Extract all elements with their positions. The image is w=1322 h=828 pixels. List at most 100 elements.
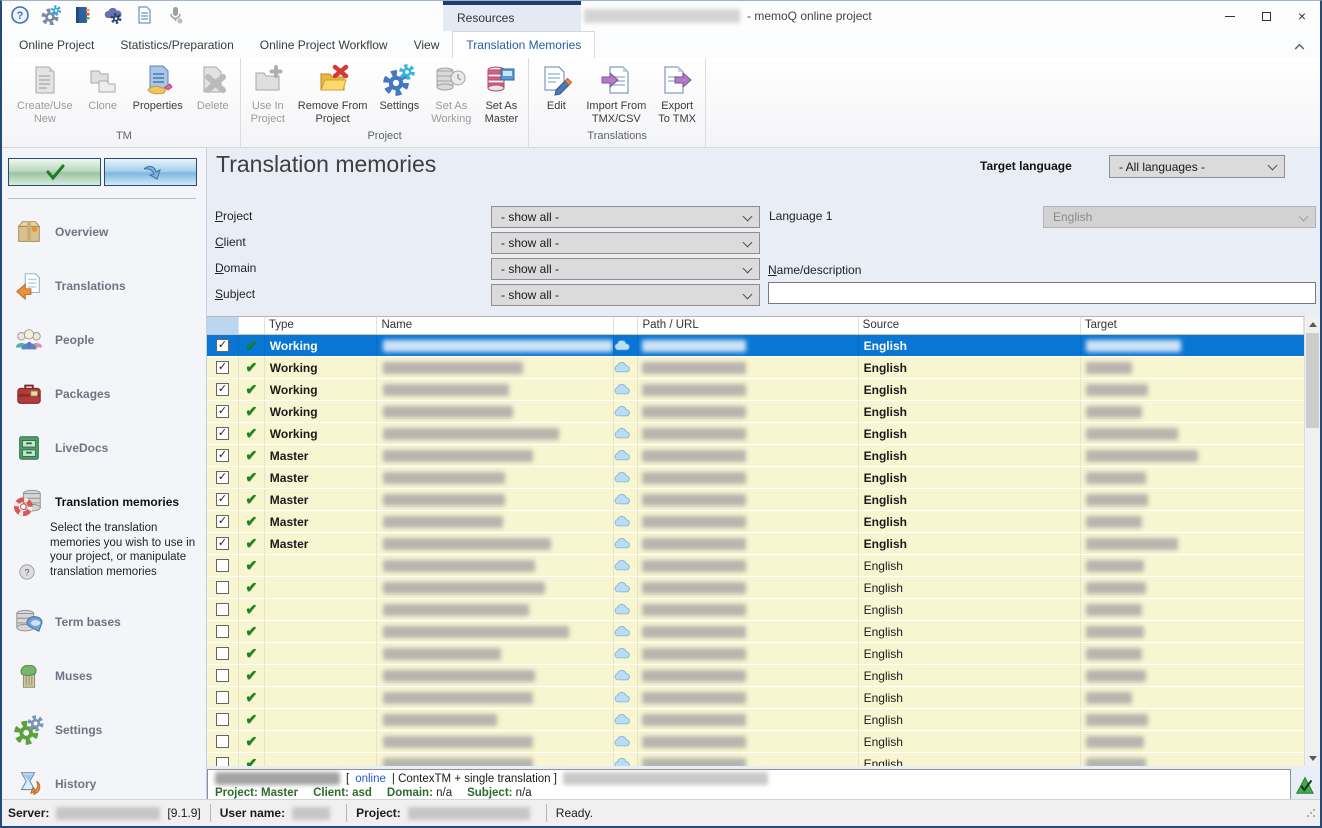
scroll-up-arrow[interactable] — [1305, 316, 1321, 332]
table-row[interactable]: ✓✔MasterEnglish — [207, 445, 1304, 467]
column-header-blank[interactable] — [207, 317, 239, 334]
ribbon-button-set-as-master[interactable]: Set AsMaster — [477, 62, 525, 128]
column-header-blank[interactable] — [614, 317, 639, 334]
column-header-path-url[interactable]: Path / URL — [638, 317, 858, 334]
ribbon-button-delete: Delete — [189, 62, 237, 115]
dictation-mic-icon[interactable] — [165, 5, 185, 25]
ribbon-button-export-to-tmx[interactable]: ExportTo TMX — [652, 62, 702, 128]
tab-translation-memories[interactable]: Translation Memories — [452, 31, 595, 58]
table-row[interactable]: ✔English — [207, 643, 1304, 665]
filter-select-subject[interactable]: - show all - — [491, 284, 760, 306]
ribbon-button-label: Delete — [197, 100, 229, 113]
table-row[interactable]: ✔English — [207, 599, 1304, 621]
ribbon-button-edit[interactable]: Edit — [532, 62, 580, 115]
table-row[interactable]: ✓✔MasterEnglish — [207, 533, 1304, 555]
table-row[interactable]: ✓✔MasterEnglish — [207, 511, 1304, 533]
row-checkbox[interactable]: ✓ — [216, 361, 229, 374]
clone-icon — [87, 64, 119, 96]
sidebar-item-settings[interactable]: Settings — [2, 703, 207, 757]
table-row[interactable]: ✔English — [207, 665, 1304, 687]
target-language-select[interactable]: - All languages - — [1109, 155, 1285, 178]
help-icon[interactable]: ? — [10, 5, 30, 25]
row-checkbox[interactable] — [216, 713, 229, 726]
column-header-target[interactable]: Target — [1081, 317, 1304, 334]
help-circle-icon[interactable]: ? — [18, 563, 36, 581]
resize-grip[interactable] — [1306, 807, 1316, 821]
table-scrollbar[interactable] — [1304, 316, 1320, 766]
tab-statistics-preparation[interactable]: Statistics/Preparation — [107, 31, 246, 58]
row-checkbox[interactable]: ✓ — [216, 515, 229, 528]
column-header-name[interactable]: Name — [377, 317, 613, 334]
tm-path-redacted — [642, 450, 746, 462]
ribbon-button-create-use-new: Create/UseNew — [11, 62, 79, 128]
row-checkbox[interactable] — [216, 581, 229, 594]
table-row[interactable]: ✓✔MasterEnglish — [207, 489, 1304, 511]
table-row[interactable]: ✓✔MasterEnglish — [207, 467, 1304, 489]
table-row[interactable]: ✔English — [207, 555, 1304, 577]
cloud-icon — [614, 648, 630, 659]
cloud-icon — [614, 670, 630, 681]
row-checkbox[interactable]: ✓ — [216, 493, 229, 506]
manage-gears-icon[interactable] — [41, 5, 61, 25]
table-row[interactable]: ✔English — [207, 753, 1304, 766]
column-header-blank[interactable] — [239, 317, 265, 334]
row-checkbox[interactable] — [216, 691, 229, 704]
row-checkbox[interactable]: ✓ — [216, 383, 229, 396]
table-row[interactable]: ✓✔WorkingEnglish — [207, 423, 1304, 445]
collapse-ribbon-button[interactable] — [1293, 38, 1306, 48]
row-checkbox[interactable]: ✓ — [216, 537, 229, 550]
document-icon[interactable] — [134, 5, 154, 25]
sidebar-item-packages[interactable]: Packages — [2, 367, 207, 421]
row-checkbox[interactable] — [216, 603, 229, 616]
row-checkbox[interactable]: ✓ — [216, 449, 229, 462]
column-header-type[interactable]: Type — [265, 317, 378, 334]
table-row[interactable]: ✔English — [207, 577, 1304, 599]
row-checkbox[interactable] — [216, 559, 229, 572]
scrollbar-thumb[interactable] — [1306, 333, 1319, 428]
journal-icon[interactable] — [72, 5, 92, 25]
table-row[interactable]: ✔English — [207, 731, 1304, 753]
minimize-button[interactable] — [1212, 1, 1248, 31]
table-row[interactable]: ✓✔WorkingEnglish — [207, 335, 1304, 357]
table-row[interactable]: ✓✔WorkingEnglish — [207, 379, 1304, 401]
sidebar-item-muses[interactable]: Muses — [2, 649, 207, 703]
row-checkbox[interactable] — [216, 669, 229, 682]
table-row[interactable]: ✓✔WorkingEnglish — [207, 357, 1304, 379]
scroll-down-arrow[interactable] — [1305, 750, 1321, 766]
sidebar-item-people[interactable]: People — [2, 313, 207, 367]
sidebar-item-term-bases[interactable]: Term bases — [2, 595, 207, 649]
confirm-button[interactable] — [8, 158, 101, 186]
user-name-redacted — [292, 807, 330, 820]
tab-online-project[interactable]: Online Project — [6, 31, 107, 58]
filter-select-project[interactable]: - show all - — [491, 206, 760, 228]
row-checkbox[interactable] — [216, 647, 229, 660]
close-button[interactable]: × — [1284, 1, 1320, 31]
name-description-input[interactable] — [768, 282, 1316, 304]
row-checkbox[interactable] — [216, 757, 229, 766]
row-checkbox[interactable]: ✓ — [216, 427, 229, 440]
cloud-settings-icon[interactable] — [103, 5, 123, 25]
row-checkbox[interactable]: ✓ — [216, 339, 229, 352]
maximize-button[interactable] — [1248, 1, 1284, 31]
row-checkbox[interactable] — [216, 735, 229, 748]
tab-online-project-workflow[interactable]: Online Project Workflow — [247, 31, 401, 58]
ribbon-button-properties[interactable]: Properties — [127, 62, 189, 115]
table-row[interactable]: ✔English — [207, 709, 1304, 731]
ribbon-button-import-from-tmx-csv[interactable]: Import FromTMX/CSV — [580, 62, 652, 128]
ribbon-button-remove-from-project[interactable]: Remove FromProject — [292, 62, 374, 128]
table-row[interactable]: ✓✔WorkingEnglish — [207, 401, 1304, 423]
table-row[interactable]: ✔English — [207, 687, 1304, 709]
filter-select-client[interactable]: - show all - — [491, 232, 760, 254]
column-header-source[interactable]: Source — [859, 317, 1081, 334]
row-checkbox[interactable] — [216, 625, 229, 638]
row-checkbox[interactable]: ✓ — [216, 405, 229, 418]
ribbon-button-settings[interactable]: Settings — [373, 62, 425, 115]
table-row[interactable]: ✔English — [207, 621, 1304, 643]
filter-select-domain[interactable]: - show all - — [491, 258, 760, 280]
sync-arrow-button[interactable] — [104, 158, 197, 186]
sidebar-item-overview[interactable]: Overview — [2, 205, 207, 259]
sidebar-item-translations[interactable]: Translations — [2, 259, 207, 313]
row-checkbox[interactable]: ✓ — [216, 471, 229, 484]
sidebar-item-livedocs[interactable]: LiveDocs — [2, 421, 207, 475]
tab-view[interactable]: View — [401, 31, 453, 58]
